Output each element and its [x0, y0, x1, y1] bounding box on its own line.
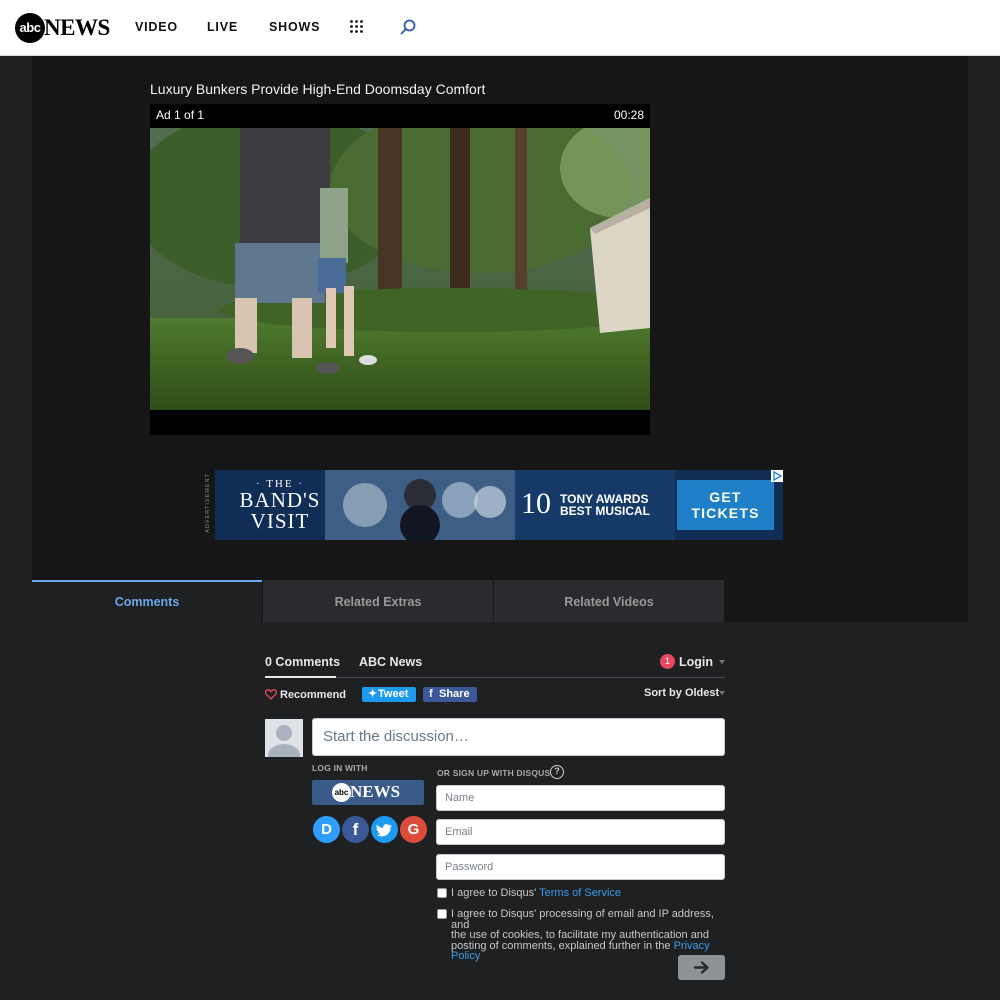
privacy-line-3-text: posting of comments, explained further i… — [451, 939, 674, 952]
ad-title-line1: BAND'S — [239, 488, 321, 512]
tab-comments[interactable]: Comments — [32, 580, 262, 622]
ad-award-text: TONY AWARDS BEST MUSICAL — [560, 493, 650, 517]
log-in-with-label: LOG IN WITH — [312, 763, 368, 773]
logo-circle: abc — [15, 13, 45, 43]
advertisement-label: ADVERTISEMENT — [203, 470, 213, 540]
tos-checkbox[interactable] — [437, 888, 447, 898]
login-button[interactable]: Login — [679, 655, 713, 669]
arrow-right-icon — [693, 961, 709, 974]
ad-banner[interactable]: · THE · BAND'S VISIT 10 TONY AWARDS BEST… — [215, 470, 783, 540]
abc-news-login-button[interactable]: abc NEWS — [312, 780, 424, 805]
get-tickets-line2: TICKETS — [691, 505, 760, 521]
facebook-f-icon: f — [429, 688, 433, 700]
start-discussion-input[interactable]: Start the discussion… — [312, 718, 725, 756]
facebook-login-icon[interactable]: f — [342, 816, 369, 843]
video-title: Luxury Bunkers Provide High-End Doomsday… — [150, 81, 486, 97]
tos-prefix: I agree to Disqus' — [451, 887, 540, 899]
ad-title-line2: VISIT — [250, 509, 310, 533]
share-label: Share — [439, 688, 470, 700]
logo-word: NEWS — [44, 15, 110, 40]
help-icon[interactable]: ? — [550, 765, 564, 779]
apps-grid-icon[interactable] — [350, 20, 363, 33]
sort-dropdown[interactable]: Sort by Oldest — [644, 686, 719, 700]
nav-shows[interactable]: SHOWS — [269, 20, 320, 34]
ad-countdown: 00:28 — [613, 108, 644, 122]
forum-name-tab[interactable]: ABC News — [359, 655, 422, 669]
facebook-share-button[interactable]: f Share — [423, 687, 477, 702]
login-chevron-down-icon[interactable] — [719, 660, 725, 664]
privacy-checkbox[interactable] — [437, 909, 447, 919]
password-field[interactable]: Password — [436, 854, 725, 880]
twitter-login-icon[interactable] — [371, 816, 398, 843]
ad-award-count: 10 — [521, 487, 551, 520]
tweet-button[interactable]: ✦ Tweet — [362, 687, 416, 702]
get-tickets-line1: GET — [709, 489, 742, 505]
name-field[interactable]: Name — [436, 785, 725, 811]
tab-related-extras[interactable]: Related Extras — [263, 580, 493, 622]
video-frame-image[interactable] — [150, 128, 650, 410]
notification-badge: 1 — [660, 654, 675, 669]
twitter-bird-icon — [376, 824, 393, 837]
ad-award-line2: BEST MUSICAL — [560, 504, 650, 518]
nav-video[interactable]: VIDEO — [135, 20, 178, 34]
abc-news-logo[interactable]: abc NEWS — [15, 13, 110, 43]
comments-count-tab[interactable]: 0 Comments — [265, 655, 340, 669]
tweet-label: Tweet — [378, 688, 409, 700]
avatar — [265, 719, 303, 757]
privacy-agreement: I agree to Disqus' processing of email a… — [451, 909, 731, 962]
google-login-icon[interactable]: G — [400, 816, 427, 843]
ad-show-title: · THE · BAND'S VISIT — [225, 478, 335, 532]
sign-up-label: OR SIGN UP WITH DISQUS — [437, 768, 551, 778]
nav-live[interactable]: LIVE — [207, 20, 238, 34]
sort-chevron-down-icon[interactable] — [719, 691, 725, 695]
tab-related-videos[interactable]: Related Videos — [494, 580, 724, 622]
disqus-nav-active-indicator — [265, 676, 336, 678]
tos-agreement: I agree to Disqus' Terms of Service — [451, 888, 621, 899]
privacy-line-1: I agree to Disqus' processing of email a… — [451, 908, 714, 931]
advertisement-label-text: ADVERTISEMENT — [205, 473, 211, 533]
get-tickets-button[interactable]: GET TICKETS — [677, 480, 774, 530]
ad-counter: Ad 1 of 1 — [156, 108, 205, 122]
search-icon[interactable] — [400, 19, 416, 35]
disqus-login-icon[interactable]: D — [313, 816, 340, 843]
submit-button[interactable] — [678, 955, 725, 980]
heart-icon[interactable] — [265, 689, 277, 700]
site-header: abc NEWS VIDEO LIVE SHOWS — [0, 0, 1000, 56]
abc-login-logo-circle: abc — [332, 783, 351, 802]
twitter-bird-icon: ✦ — [368, 688, 378, 700]
terms-of-service-link[interactable]: Terms of Service — [539, 887, 621, 899]
adchoices-icon[interactable] — [771, 470, 783, 482]
video-player[interactable]: Ad 1 of 1 00:28 — [150, 104, 650, 435]
default-user-icon — [265, 719, 303, 757]
recommend-button[interactable]: Recommend — [280, 688, 346, 702]
email-field[interactable]: Email — [436, 819, 725, 845]
abc-login-logo-word: NEWS — [350, 782, 401, 801]
